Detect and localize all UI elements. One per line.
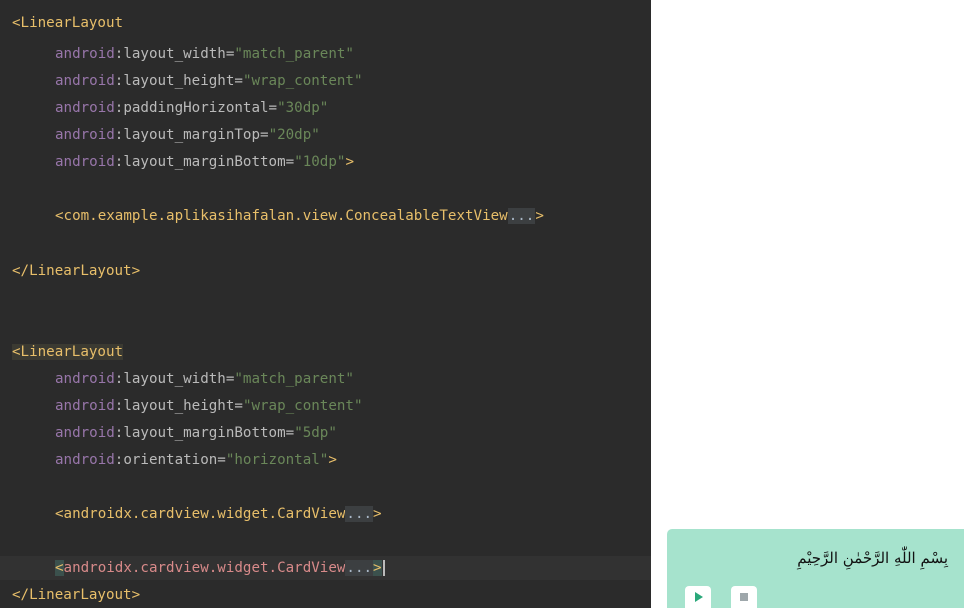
tag-lt: < [12,344,21,360]
attr-name: :layout_marginBottom [114,154,286,170]
attr-value: "horizontal" [225,452,329,468]
code-line[interactable]: android:layout_marginTop="20dp" [12,124,320,146]
play-icon [695,592,703,602]
tag-end-matched: > [373,560,382,576]
attr-equals: = [260,127,269,143]
attr-name: :layout_marginBottom [114,425,286,441]
attr-namespace: android [55,73,115,89]
attr-name: :paddingHorizontal [114,100,269,116]
text-caret [382,560,385,576]
attr-name: :layout_height [114,398,235,414]
attr-value: "wrap_content" [242,73,363,89]
attr-namespace: android [55,371,115,387]
attr-namespace: android [55,452,115,468]
attr-name: :layout_width [114,46,226,62]
code-line[interactable]: android:layout_width="match_parent" [12,43,354,65]
code-line[interactable]: <LinearLayout [12,12,123,34]
attr-value: "20dp" [268,127,320,143]
stop-icon [740,593,748,601]
code-editor[interactable]: <LinearLayout android:layout_width="matc… [0,0,651,608]
fold-placeholder[interactable]: ... [507,208,536,224]
attr-value: "5dp" [294,425,337,441]
attr-namespace: android [55,425,115,441]
code-line[interactable]: <com.example.aplikasihafalan.view.Concea… [12,205,544,227]
attr-equals: = [217,452,226,468]
code-line[interactable]: </LinearLayout> [12,584,140,606]
code-line[interactable]: android:paddingHorizontal="30dp" [12,97,328,119]
attr-value: "10dp" [294,154,346,170]
attr-equals: = [234,398,243,414]
child-tag: <androidx.cardview.widget.CardView [55,506,346,522]
layout-preview-card: بِسْمِ اللّٰهِ الرَّحْمٰنِ الرَّحِيْمِ [667,529,964,608]
attr-name: :layout_marginTop [114,127,261,143]
fold-placeholder[interactable]: ... [345,560,374,576]
attr-namespace: android [55,46,115,62]
tag-end: > [345,154,354,170]
attr-name: :layout_width [114,371,226,387]
attr-value: "30dp" [277,100,329,116]
code-line[interactable]: </LinearLayout> [12,260,140,282]
attr-namespace: android [55,127,115,143]
code-line[interactable]: android:orientation="horizontal"> [12,449,337,471]
ayah-text: بِسْمِ اللّٰهِ الرَّحْمٰنِ الرَّحِيْمِ [797,549,948,567]
tag-end: > [328,452,337,468]
attr-namespace: android [55,154,115,170]
code-line[interactable]: android:layout_height="wrap_content" [12,70,363,92]
fold-placeholder[interactable]: ... [345,506,374,522]
code-line[interactable]: android:layout_marginBottom="5dp" [12,422,337,444]
attr-name: :orientation [114,452,218,468]
tag-close: </LinearLayout> [12,587,141,603]
child-tag-error: androidx.cardview.widget.CardView [63,560,346,576]
play-button[interactable] [685,586,711,608]
code-line[interactable]: <androidx.cardview.widget.CardView...> [12,503,382,525]
code-line[interactable]: <LinearLayout [12,341,124,363]
code-line-current[interactable]: <androidx.cardview.widget.CardView...> [12,557,385,579]
stop-button[interactable] [731,586,757,608]
tag-name: LinearLayout [20,344,124,360]
attr-equals: = [268,100,278,116]
attr-value: "match_parent" [234,371,354,387]
tag-end: > [373,506,382,522]
attr-namespace: android [55,100,115,116]
attr-value: "wrap_content" [242,398,363,414]
code-line[interactable]: android:layout_height="wrap_content" [12,395,363,417]
attr-equals: = [285,154,295,170]
attr-name: :layout_height [114,73,235,89]
attr-namespace: android [55,398,115,414]
tag-close: </LinearLayout> [12,263,141,279]
attr-equals: = [234,73,243,89]
attr-equals: = [285,425,295,441]
attr-value: "match_parent" [234,46,354,62]
code-line[interactable]: android:layout_width="match_parent" [12,368,354,390]
child-tag: <com.example.aplikasihafalan.view.Concea… [55,208,508,224]
tag-end: > [535,208,544,224]
code-line[interactable]: android:layout_marginBottom="10dp"> [12,151,354,173]
tag-open: <LinearLayout [12,15,124,31]
tag-open-highlighted: <LinearLayout [12,344,124,360]
tag-lt-matched: < [55,560,64,576]
